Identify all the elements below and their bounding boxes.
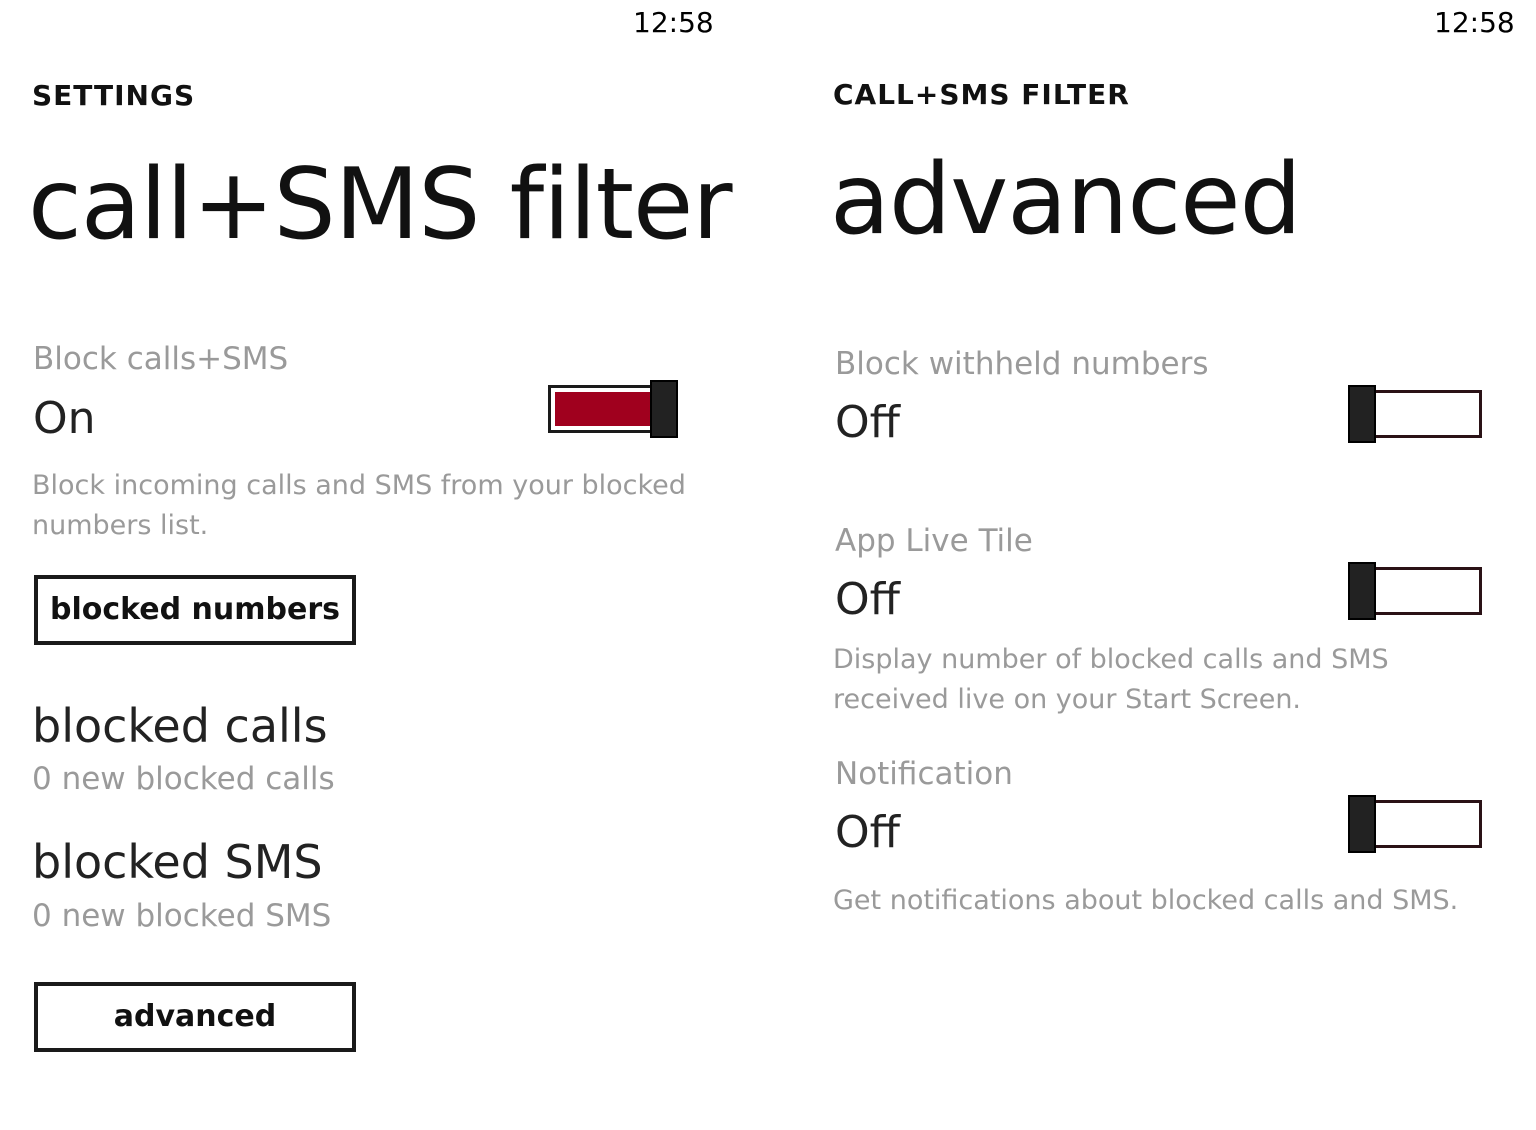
live-tile-toggle-state[interactable]: Off — [835, 574, 900, 625]
status-clock: 12:58 — [633, 6, 714, 39]
block-description: Block incoming calls and SMS from your b… — [32, 470, 686, 541]
status-clock: 12:58 — [1434, 6, 1515, 39]
page-title: advanced — [830, 143, 1302, 257]
page-title: call+SMS filter — [28, 148, 733, 262]
blocked-sms-title[interactable]: blocked SMS — [32, 835, 323, 889]
block-calls-sms-switch[interactable] — [548, 380, 682, 438]
blocked-sms-subtitle: 0 new blocked SMS — [32, 898, 332, 934]
app-live-tile-switch[interactable] — [1348, 562, 1482, 620]
live-tile-toggle-header: App Live Tile — [835, 523, 1033, 559]
notification-toggle-state[interactable]: Off — [835, 807, 900, 858]
notification-toggle-header: Notification — [835, 756, 1013, 792]
notification-switch[interactable] — [1348, 795, 1482, 853]
block-withheld-switch[interactable] — [1348, 385, 1482, 443]
settings-screen: 12:58 SETTINGS call+SMS filter Block cal… — [0, 0, 740, 1130]
withheld-toggle-header: Block withheld numbers — [835, 346, 1209, 382]
block-toggle-state[interactable]: On — [33, 393, 96, 444]
advanced-screen: 12:58 CALL+SMS FILTER advanced Block wit… — [800, 0, 1536, 1130]
app-title: SETTINGS — [32, 79, 196, 112]
withheld-toggle-state[interactable]: Off — [835, 397, 900, 448]
switch-thumb[interactable] — [1348, 795, 1376, 853]
switch-fill — [555, 392, 653, 426]
switch-thumb[interactable] — [1348, 562, 1376, 620]
live-tile-description: Display number of blocked calls and SMS … — [833, 644, 1389, 715]
app-title: CALL+SMS FILTER — [833, 78, 1130, 111]
blocked-calls-title[interactable]: blocked calls — [32, 699, 328, 753]
block-toggle-header: Block calls+SMS — [33, 341, 289, 377]
switch-thumb[interactable] — [650, 380, 678, 438]
blocked-numbers-button[interactable]: blocked numbers — [34, 575, 356, 645]
blocked-calls-subtitle: 0 new blocked calls — [32, 761, 335, 797]
advanced-button[interactable]: advanced — [34, 982, 356, 1052]
notification-description: Get notifications about blocked calls an… — [833, 885, 1459, 916]
switch-thumb[interactable] — [1348, 385, 1376, 443]
